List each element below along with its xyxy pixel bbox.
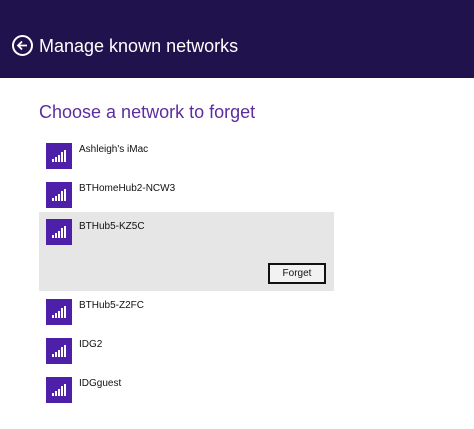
network-item-idgguest[interactable]: IDGguest bbox=[39, 373, 334, 411]
network-name: Ashleigh's iMac bbox=[79, 144, 149, 155]
network-item-bthub5-z2fc[interactable]: BTHub5-Z2FC bbox=[39, 295, 334, 333]
network-item-bthomehub2-ncw3[interactable]: BTHomeHub2-NCW3 bbox=[39, 178, 334, 216]
network-list: Ashleigh's iMac BTHomeHub2-NCW3 BTHub5-K bbox=[0, 0, 474, 429]
forget-button[interactable]: Forget bbox=[268, 263, 326, 284]
wifi-signal-icon bbox=[46, 377, 72, 403]
network-item-ashleighs-imac[interactable]: Ashleigh's iMac bbox=[39, 139, 334, 177]
network-name: BTHub5-Z2FC bbox=[79, 300, 145, 311]
network-name: BTHomeHub2-NCW3 bbox=[79, 183, 176, 194]
network-name: IDGguest bbox=[79, 378, 122, 389]
network-name: IDG2 bbox=[79, 339, 103, 350]
wifi-signal-icon bbox=[46, 338, 72, 364]
wifi-signal-icon bbox=[46, 219, 72, 245]
wifi-signal-icon bbox=[46, 143, 72, 169]
wifi-signal-icon bbox=[46, 182, 72, 208]
wifi-signal-icon bbox=[46, 299, 72, 325]
network-item-idg2[interactable]: IDG2 bbox=[39, 334, 334, 372]
network-name: BTHub5-KZ5C bbox=[79, 221, 145, 232]
network-item-bthub5-kz5c[interactable]: BTHub5-KZ5C Forget bbox=[39, 212, 334, 291]
